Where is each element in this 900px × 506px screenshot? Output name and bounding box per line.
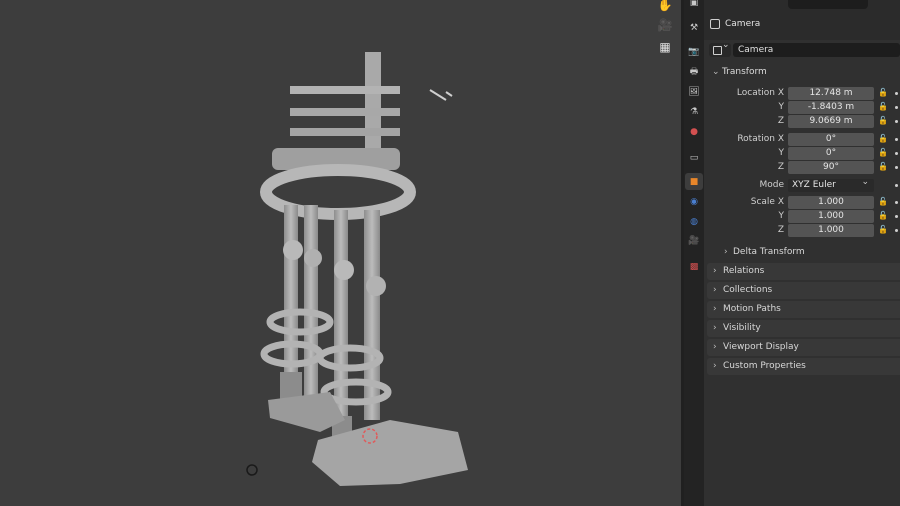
scale-x-label: Scale X (750, 197, 784, 207)
keyframe-dot-icon[interactable] (895, 215, 898, 218)
viewport-display-section[interactable]: › Viewport Display (707, 339, 900, 356)
lock-icon[interactable]: 🔓 (878, 89, 888, 97)
motion-paths-section[interactable]: › Motion Paths (707, 301, 900, 318)
delta-transform-label: Delta Transform (733, 247, 805, 257)
3d-viewport[interactable]: ✋ 🎥 ▦ (0, 0, 681, 506)
section-label: Motion Paths (723, 304, 781, 314)
location-x-row: Location X 12.748 m 🔓 (704, 87, 900, 100)
relations-section[interactable]: › Relations (707, 263, 900, 280)
properties-header: Camera (704, 0, 900, 40)
collections-section[interactable]: › Collections (707, 282, 900, 299)
chevron-down-icon: ⌄ (712, 67, 720, 77)
location-x-field[interactable]: 12.748 m (788, 87, 874, 100)
custom-properties-section[interactable]: › Custom Properties (707, 358, 900, 375)
location-z-label: Z (777, 116, 784, 126)
context-title: Camera (725, 19, 761, 29)
section-label: Relations (723, 266, 765, 276)
lock-icon[interactable]: 🔓 (878, 149, 888, 157)
keyframe-dot-icon[interactable] (895, 138, 898, 141)
location-z-row: Z 9.0669 m 🔓 (704, 115, 900, 128)
keyframe-dot-icon[interactable] (895, 106, 898, 109)
keyframe-dot-icon[interactable] (895, 152, 898, 155)
lock-icon[interactable]: 🔓 (878, 103, 888, 111)
keyframe-dot-icon[interactable] (895, 201, 898, 204)
lock-icon[interactable]: 🔓 (878, 135, 888, 143)
camera-view-icon[interactable]: 🎥 (654, 14, 676, 36)
object-name-field[interactable]: Camera (733, 43, 900, 57)
keyframe-dot-icon[interactable] (895, 166, 898, 169)
chevron-right-icon: › (713, 304, 717, 314)
object-context-icon (710, 19, 720, 29)
scale-y-row: Y 1.000 🔓 (704, 210, 900, 223)
scale-y-label: Y (778, 211, 785, 221)
scene-icon[interactable]: ⚗ (685, 103, 703, 120)
lock-icon[interactable]: 🔓 (878, 198, 888, 206)
scale-z-row: Z 1.000 🔓 (704, 224, 900, 237)
chevron-right-icon: › (713, 361, 717, 371)
chevron-right-icon: › (713, 266, 717, 276)
data-icon[interactable]: 🎥 (685, 232, 703, 249)
properties-panel: Camera Camera ⌄ Transform Location X 12.… (704, 0, 900, 506)
location-z-field[interactable]: 9.0669 m (788, 115, 874, 128)
keyframe-dot-icon[interactable] (895, 92, 898, 95)
exoskeleton-leg-model (246, 52, 468, 486)
lock-icon[interactable]: 🔓 (878, 212, 888, 220)
rotation-z-label: Z (777, 162, 784, 172)
output-icon[interactable]: 🖶 (685, 63, 703, 80)
physics-icon[interactable]: ◍ (685, 213, 703, 230)
rotation-y-field[interactable]: 0° (788, 147, 874, 160)
scale-z-label: Z (777, 225, 784, 235)
keyframe-dot-icon[interactable] (895, 229, 898, 232)
rotation-x-label: Rotation X (737, 134, 784, 144)
rotation-x-row: Rotation X 0° 🔓 (704, 133, 900, 146)
lock-icon[interactable]: 🔓 (878, 226, 888, 234)
rotation-z-field[interactable]: 90° (788, 161, 874, 174)
chevron-right-icon: › (724, 247, 728, 257)
rotation-mode-label: Mode (759, 180, 784, 190)
collection-icon[interactable]: ▭ (685, 149, 703, 166)
object-icon[interactable]: ■ (685, 173, 703, 190)
rotation-mode-dropdown[interactable]: XYZ Euler (788, 176, 874, 192)
render-icon[interactable]: 📷 (685, 43, 703, 60)
section-label: Viewport Display (723, 342, 799, 352)
chevron-right-icon: › (713, 285, 717, 295)
location-y-field[interactable]: -1.8403 m (788, 101, 874, 114)
rotation-mode-row: Mode XYZ Euler (704, 176, 900, 192)
rotation-y-row: Y 0° 🔓 (704, 147, 900, 160)
delta-transform-subpanel[interactable]: › Delta Transform (704, 245, 900, 260)
scale-x-row: Scale X 1.000 🔓 (704, 196, 900, 209)
transform-title: Transform (722, 67, 767, 77)
editor-type-icon[interactable]: ▣ (685, 0, 703, 11)
location-y-label: Y (778, 102, 785, 112)
object-selector: Camera (709, 40, 900, 57)
lock-icon[interactable]: 🔓 (878, 163, 888, 171)
rotation-z-row: Z 90° 🔓 (704, 161, 900, 174)
section-label: Custom Properties (723, 361, 806, 371)
view-layer-icon[interactable]: 🖼 (685, 83, 703, 100)
location-x-label: Location X (736, 88, 784, 98)
rotation-y-label: Y (778, 148, 785, 158)
rotation-x-field[interactable]: 0° (788, 133, 874, 146)
transform-section-header[interactable]: ⌄ Transform (704, 64, 900, 81)
texture-icon[interactable]: ▩ (685, 258, 703, 275)
chevron-right-icon: › (713, 323, 717, 333)
scale-z-field[interactable]: 1.000 (788, 224, 874, 237)
keyframe-dot-icon[interactable] (895, 184, 898, 187)
tool-icon[interactable]: ⚒ (685, 19, 703, 36)
section-label: Collections (723, 285, 773, 295)
visibility-section[interactable]: › Visibility (707, 320, 900, 337)
section-label: Visibility (723, 323, 761, 333)
grid-icon[interactable]: ▦ (654, 36, 676, 58)
world-icon[interactable]: ● (685, 123, 703, 140)
location-y-row: Y -1.8403 m 🔓 (704, 101, 900, 114)
scale-y-field[interactable]: 1.000 (788, 210, 874, 223)
modifier-icon[interactable]: ◉ (685, 193, 703, 210)
search-input[interactable] (788, 0, 868, 9)
properties-tab-bar: ▣ ⚒ 📷 🖶 🖼 ⚗ ● ▭ ■ ◉ ◍ 🎥 ▩ (684, 0, 704, 506)
lock-icon[interactable]: 🔓 (878, 117, 888, 125)
scale-x-field[interactable]: 1.000 (788, 196, 874, 209)
object-type-dropdown[interactable] (709, 40, 731, 57)
chevron-right-icon: › (713, 342, 717, 352)
keyframe-dot-icon[interactable] (895, 120, 898, 123)
